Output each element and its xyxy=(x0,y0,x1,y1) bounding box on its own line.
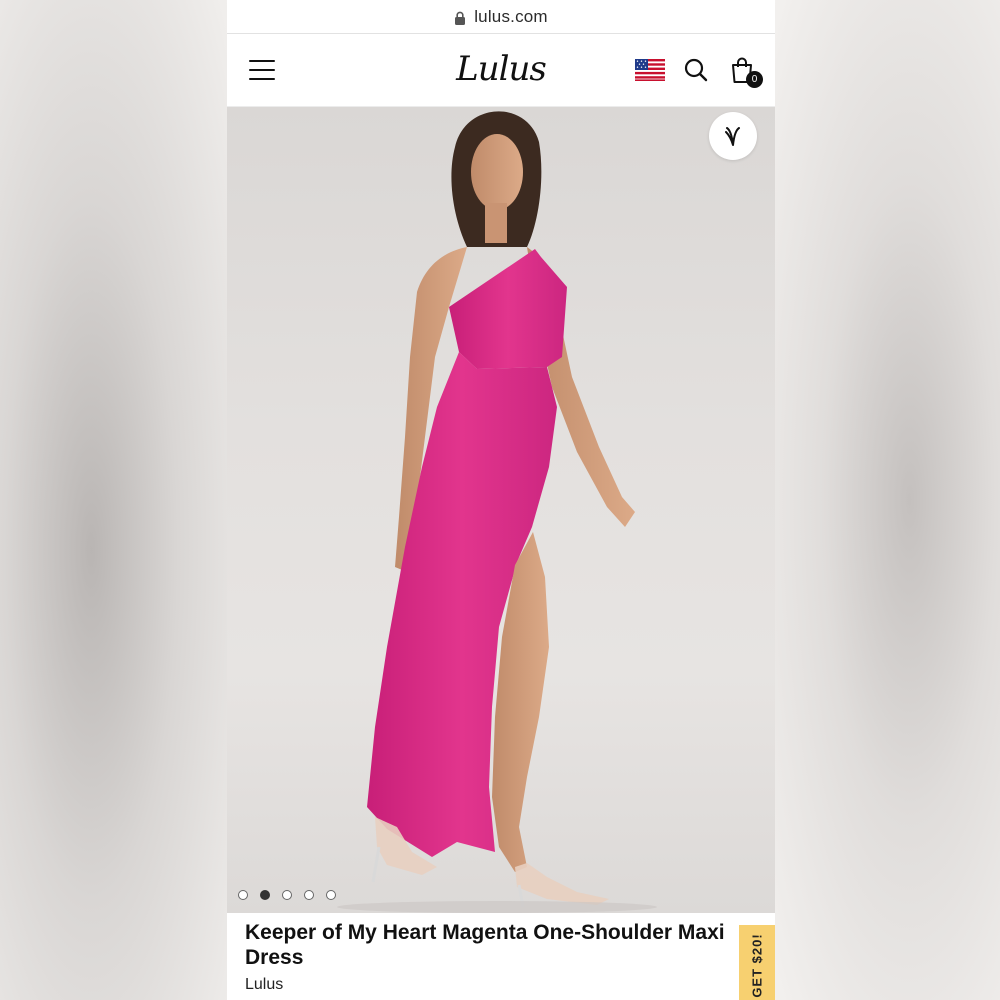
phone-screen: lulus.com Lulus 0 Keeper of My Heart Mag… xyxy=(227,0,775,1000)
heart-icon xyxy=(725,127,740,146)
site-logo[interactable]: Lulus xyxy=(456,49,547,89)
carousel-dot[interactable] xyxy=(304,890,314,900)
lock-icon xyxy=(455,11,466,25)
carousel-dot[interactable] xyxy=(238,890,248,900)
shopping-bag-button[interactable]: 0 xyxy=(727,55,763,88)
product-photo xyxy=(337,111,657,913)
product-info: Keeper of My Heart Magenta One-Shoulder … xyxy=(227,913,775,994)
product-brand[interactable]: Lulus xyxy=(245,976,757,994)
product-title: Keeper of My Heart Magenta One-Shoulder … xyxy=(245,921,725,969)
product-image-carousel[interactable] xyxy=(227,107,775,913)
us-flag-icon[interactable] xyxy=(635,59,665,81)
wishlist-heart-button[interactable] xyxy=(709,112,757,160)
carousel-dot[interactable] xyxy=(326,890,336,900)
url-text: lulus.com xyxy=(474,6,548,26)
promo-label: GET $20! xyxy=(749,932,765,998)
background-right xyxy=(774,0,1000,1000)
hamburger-menu-icon[interactable] xyxy=(249,60,275,80)
cart-count-badge: 0 xyxy=(746,71,763,88)
carousel-dot-active[interactable] xyxy=(260,890,270,900)
search-icon[interactable] xyxy=(683,57,709,83)
site-header: Lulus 0 xyxy=(227,34,775,107)
carousel-dot[interactable] xyxy=(282,890,292,900)
background-left xyxy=(0,0,228,1000)
header-actions: 0 xyxy=(635,55,763,88)
carousel-dots xyxy=(238,890,336,900)
promo-tab[interactable]: GET $20! xyxy=(739,925,775,1000)
browser-url-bar[interactable]: lulus.com xyxy=(227,0,775,34)
